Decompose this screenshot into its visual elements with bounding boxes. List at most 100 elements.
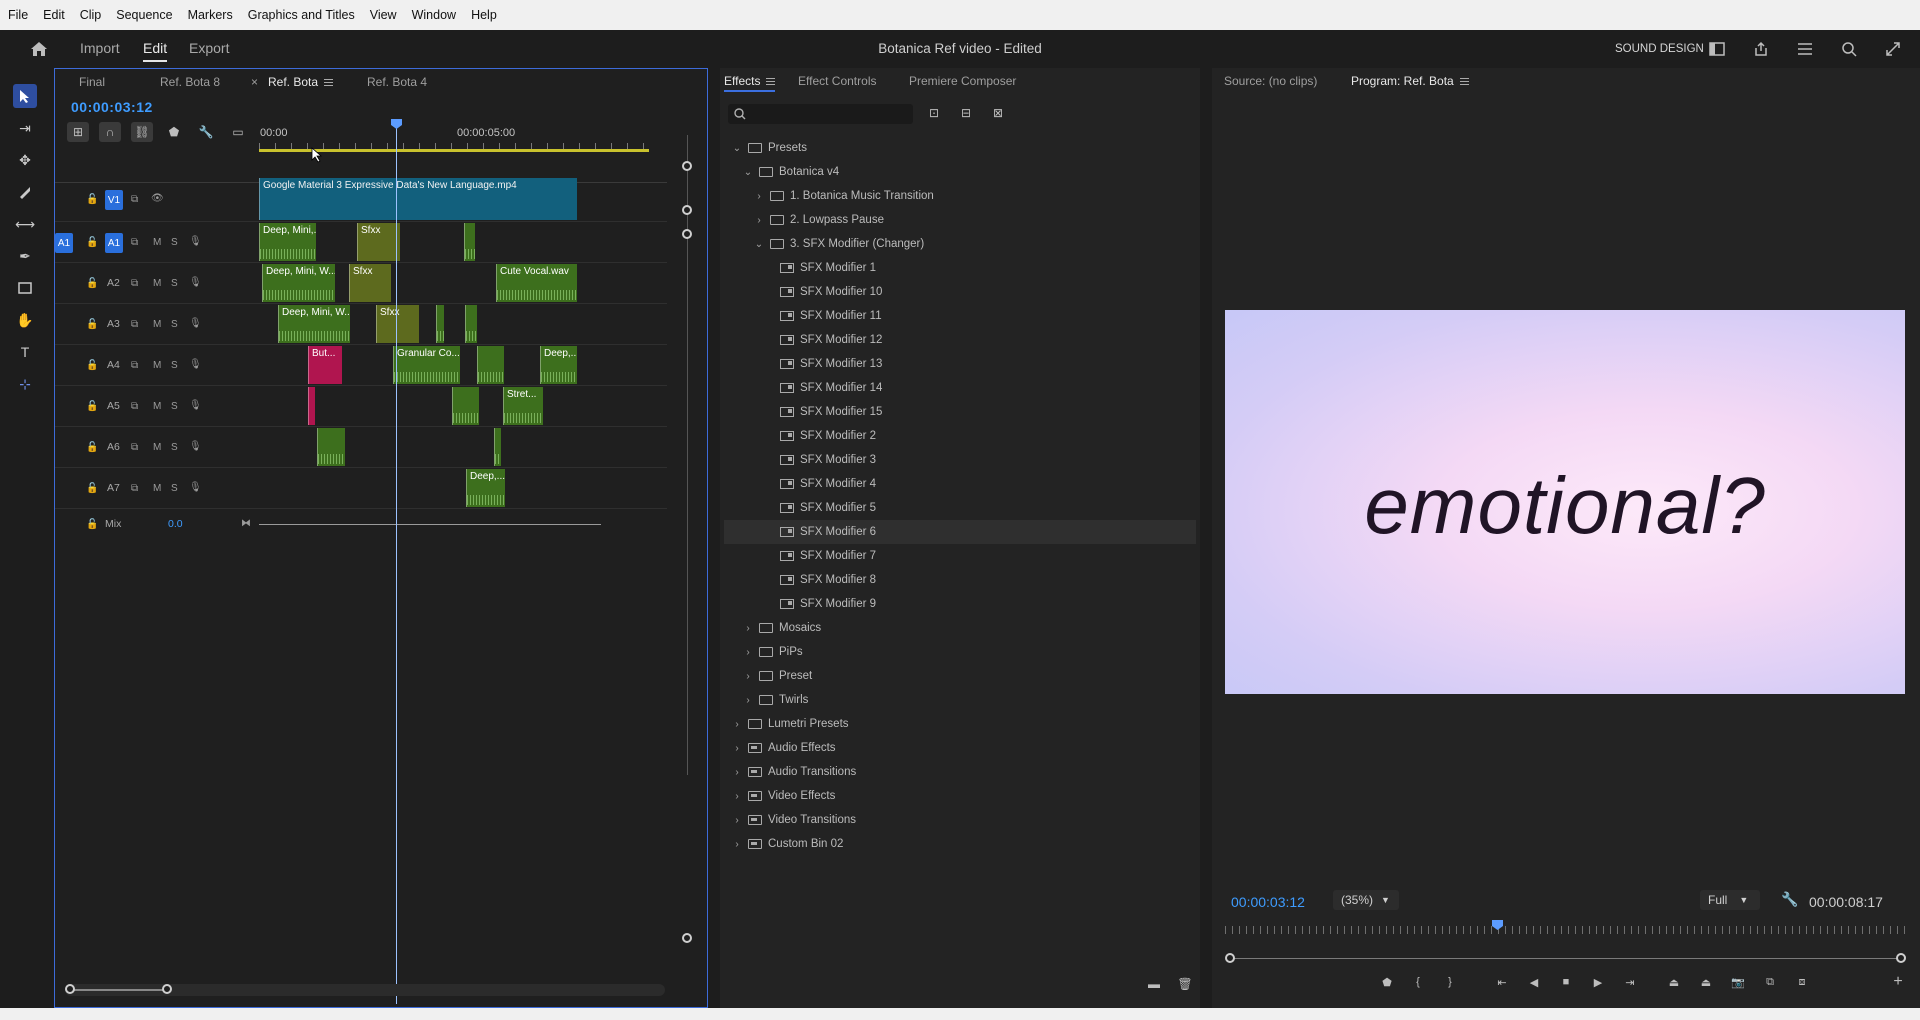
scroll-handle-top[interactable] [682,161,692,171]
effects-tree-item[interactable]: SFX Modifier 3 [724,448,1196,472]
microphone-icon[interactable]: 🎙 [189,318,202,329]
chevron-right-icon[interactable]: › [754,215,764,226]
chevron-right-icon[interactable]: › [732,839,742,850]
effects-tree-item[interactable]: SFX Modifier 4 [724,472,1196,496]
sequence-timecode[interactable]: 00:00:03:12 [71,99,153,115]
clip-a4-deep[interactable]: Deep,... [540,346,577,384]
zoom-select[interactable]: (35%) ▼ [1333,890,1399,910]
lift-icon[interactable]: ⏏ [1664,973,1684,991]
microphone-icon[interactable]: 🎙 [189,482,202,493]
lock-icon[interactable]: 🔓 [86,194,98,205]
snap-icon[interactable]: ∩ [99,122,121,142]
clip-a1-deep-mini[interactable]: Deep, Mini,... [259,223,316,261]
tab-ref-bota-8[interactable]: Ref. Bota 8 [160,75,220,89]
export-frame-icon[interactable]: 📷 [1728,973,1748,991]
tab-premiere-composer[interactable]: Premiere Composer [909,74,1016,88]
effects-tree-item[interactable]: SFX Modifier 15 [724,400,1196,424]
clip-a2-sfx[interactable]: Sfxx [349,264,391,302]
clip-a5-stret[interactable]: Stret... [503,387,543,425]
effects-tree-item[interactable]: SFX Modifier 12 [724,328,1196,352]
effects-tree-item[interactable]: SFX Modifier 8 [724,568,1196,592]
tab-export[interactable]: Export [189,40,229,56]
menu-help[interactable]: Help [471,8,497,22]
comparison-view-icon[interactable]: ⧉ [1760,973,1780,991]
lock-icon[interactable]: 🔓 [86,442,98,453]
quick-search-icon[interactable] [1838,38,1860,60]
track-select-tool-icon[interactable]: ⇥ [13,116,37,140]
close-tab-icon[interactable]: × [251,75,258,89]
sync-lock-icon[interactable]: ⧉ [131,194,138,205]
step-back-icon[interactable]: ◀ [1524,973,1544,991]
add-marker-icon[interactable]: ⬟ [1377,973,1397,991]
track-name-a2[interactable]: A2 [107,277,120,289]
clip-a2-deep-mini[interactable]: Deep, Mini, W... [262,264,335,302]
sync-lock-icon[interactable]: ⧉ [131,278,138,289]
chevron-right-icon[interactable]: › [743,623,753,634]
clip-a2-cute-vocal[interactable]: Cute Vocal.wav [496,264,577,302]
mute-button[interactable]: M [153,278,161,289]
mix-volume-value[interactable]: 0.0 [168,518,183,530]
stop-icon[interactable]: ■ [1556,973,1576,991]
effects-tree-item[interactable]: › Custom Bin 02 [724,832,1196,856]
sync-lock-icon[interactable]: ⧉ [131,483,138,494]
solo-button[interactable]: S [171,360,178,371]
clip-a3-short-1[interactable] [436,305,444,343]
fullscreen-icon[interactable] [1882,38,1904,60]
solo-button[interactable]: S [171,319,178,330]
track-target-a1[interactable]: A1 [105,233,123,253]
sync-lock-icon[interactable]: ⧉ [131,401,138,412]
add-marker-icon[interactable]: ⬟ [163,122,185,142]
monitor-time-ruler[interactable] [1225,926,1905,934]
tab-ref-bota[interactable]: Ref. Bota [268,75,334,89]
menu-window[interactable]: Window [412,8,456,22]
chevron-right-icon[interactable]: › [754,191,764,202]
menu-clip[interactable]: Clip [80,8,102,22]
search-input[interactable] [750,106,908,122]
workspace-label[interactable]: SOUND DESIGN [1615,43,1704,55]
monitor-zoom-scrollbar[interactable] [1230,958,1900,959]
effects-tree-item[interactable]: SFX Modifier 14 [724,376,1196,400]
clip-a3-sfx[interactable]: Sfxx [376,305,419,343]
scroll-handle-bottom[interactable] [682,933,692,943]
scroll-handle-middle[interactable] [682,205,692,215]
menu-graphics-and-titles[interactable]: Graphics and Titles [248,8,355,22]
clip-a3-deep-mini[interactable]: Deep, Mini, W... [278,305,350,343]
chevron-right-icon[interactable]: › [732,743,742,754]
effects-tree-item[interactable]: SFX Modifier 11 [724,304,1196,328]
clip-a4-but[interactable]: But... [308,346,342,384]
microphone-icon[interactable]: 🎙 [189,236,202,247]
monitor-scroll-handle-right[interactable] [1896,953,1906,963]
track-name-a6[interactable]: A6 [107,441,120,453]
effects-tree-item[interactable]: › Audio Transitions [724,760,1196,784]
mark-out-icon[interactable]: } [1440,973,1460,991]
effects-tree-item[interactable]: SFX Modifier 1 [724,256,1196,280]
effects-tree-item[interactable]: › Lumetri Presets [724,712,1196,736]
track-name-a3[interactable]: A3 [107,318,120,330]
track-name-a7[interactable]: A7 [107,482,120,494]
effects-tree-item[interactable]: SFX Modifier 2 [724,424,1196,448]
zoom-handle-left[interactable] [65,984,75,994]
go-to-out-icon[interactable]: ⇥ [1620,973,1640,991]
effects-search-field[interactable] [728,104,913,124]
mute-button[interactable]: M [153,237,161,248]
playhead-handle[interactable] [391,119,402,129]
zoom-handle-right[interactable] [162,984,172,994]
microphone-icon[interactable]: 🎙 [189,277,202,288]
lock-icon[interactable]: 🔓 [86,360,98,371]
trash-icon[interactable]: 🗑 [1176,976,1194,992]
rectangle-tool-icon[interactable] [13,276,37,300]
lock-icon[interactable]: 🔓 [86,319,98,330]
tab-source-monitor[interactable]: Source: (no clips) [1224,74,1317,88]
caption-tool-icon[interactable]: ⊹ [13,372,37,396]
sync-lock-icon[interactable]: ⧉ [131,237,138,248]
solo-button[interactable]: S [171,401,178,412]
effects-tree-item[interactable]: › Mosaics [724,616,1196,640]
timeline-playhead[interactable] [396,124,397,1004]
chevron-down-icon[interactable]: ⌄ [754,239,764,250]
hand-tool-icon[interactable]: ✋ [13,308,37,332]
menu-edit[interactable]: Edit [43,8,65,22]
clip-a3-short-2[interactable] [465,305,477,343]
sync-lock-icon[interactable]: ⧉ [131,319,138,330]
tab-effect-controls[interactable]: Effect Controls [798,74,876,88]
clip-a6-short[interactable] [317,428,345,466]
